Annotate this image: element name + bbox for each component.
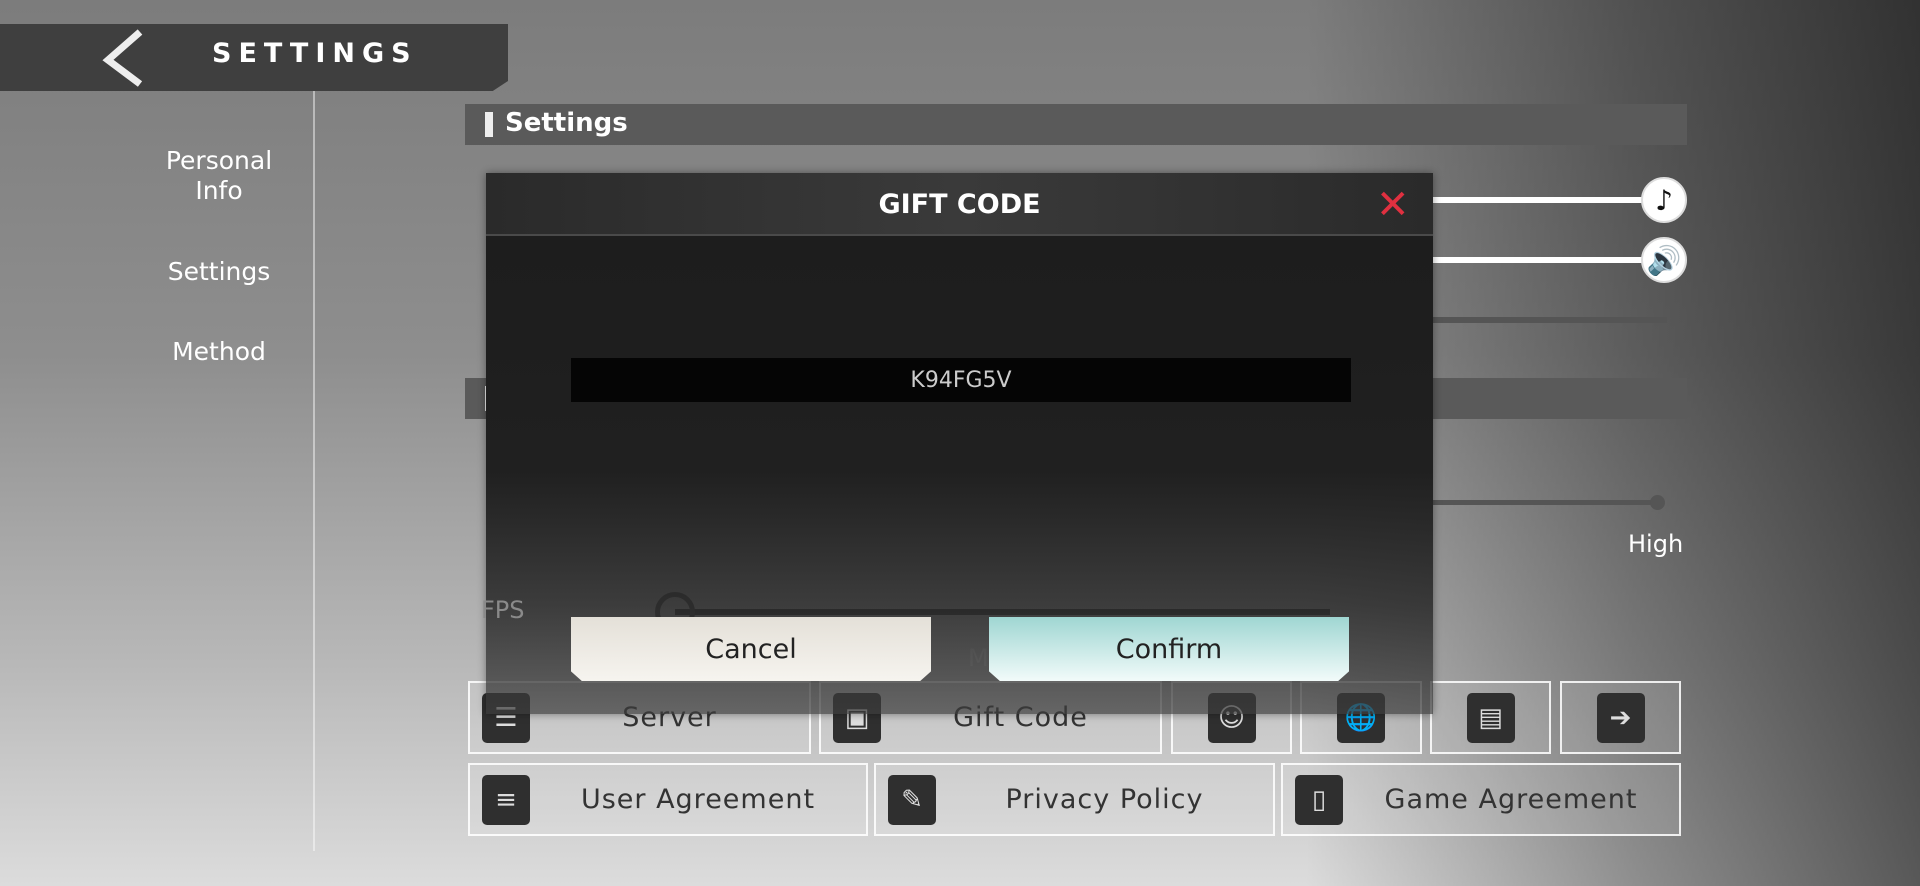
sidebar-label: Personal — [165, 146, 273, 175]
news-icon: ▤ — [1466, 692, 1515, 743]
slider-track[interactable] — [1433, 317, 1667, 323]
speaker-icon[interactable]: 🔊 — [1641, 237, 1687, 283]
sound-volume-slider[interactable] — [1433, 257, 1653, 263]
button-label: User Agreement — [580, 784, 816, 815]
dialog-title: GIFT CODE — [878, 189, 1041, 220]
music-note-icon[interactable]: ♪ — [1641, 177, 1687, 223]
news-button[interactable]: ▤ — [1430, 681, 1551, 754]
book-icon: ▯ — [1295, 774, 1343, 825]
button-label: Privacy Policy — [1005, 784, 1204, 815]
gift-code-dialog: GIFT CODE ✕ K94FG5V Cancel Confirm — [486, 173, 1433, 714]
pen-icon: ✎ — [888, 774, 936, 825]
game-agreement-button[interactable]: ▯ Game Agreement — [1281, 763, 1681, 836]
sidebar-item-method[interactable]: Method — [119, 337, 319, 367]
section-header: Settings — [465, 104, 1687, 145]
sidebar-item-settings[interactable]: Settings — [119, 257, 319, 287]
fps-label: FPS — [481, 596, 525, 624]
quality-slider[interactable] — [1433, 500, 1657, 505]
button-label: Game Agreement — [1384, 784, 1638, 815]
logout-button[interactable]: ➔ — [1560, 681, 1681, 754]
chevron-left-icon[interactable] — [100, 28, 148, 88]
gift-code-input[interactable]: K94FG5V — [571, 358, 1351, 402]
section-title: Settings — [505, 108, 628, 138]
privacy-policy-button[interactable]: ✎ Privacy Policy — [874, 763, 1275, 836]
logout-icon: ➔ — [1596, 692, 1645, 743]
sidebar-item-personal-info[interactable]: Personal Info — [119, 146, 319, 206]
close-icon[interactable]: ✕ — [1376, 185, 1410, 225]
confirm-button[interactable]: Confirm — [989, 617, 1349, 681]
music-volume-slider[interactable] — [1433, 197, 1653, 203]
quality-high-label: High — [1628, 530, 1684, 558]
quality-slider-handle[interactable] — [1650, 495, 1665, 510]
page-title: SETTINGS — [212, 38, 418, 69]
document-icon: ≡ — [482, 774, 530, 825]
cancel-button[interactable]: Cancel — [571, 617, 931, 681]
user-agreement-button[interactable]: ≡ User Agreement — [468, 763, 868, 836]
section-marker — [485, 112, 493, 137]
sidebar-label: Info — [195, 176, 243, 205]
